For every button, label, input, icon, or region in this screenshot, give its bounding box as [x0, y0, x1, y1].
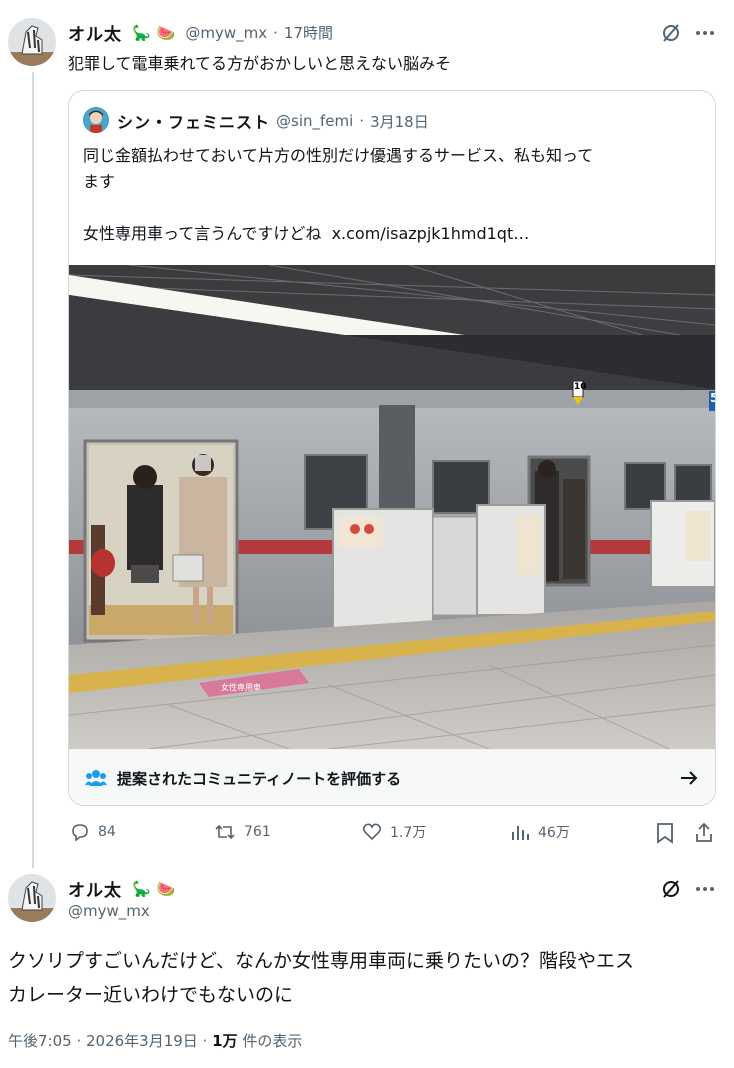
separator-dot: · [273, 23, 278, 42]
avatar[interactable] [8, 18, 56, 66]
tweet-text: 犯罪して電車乗れてる方がおかしいと思えない脳みそ [68, 54, 452, 73]
tweet-meta: 午後7:05 · 2026年3月19日 · 1万 件の表示 [8, 1030, 302, 1051]
more-icon[interactable] [694, 22, 716, 44]
reply-count: 84 [98, 824, 116, 840]
quote-handle[interactable]: @sin_femi [276, 112, 353, 130]
reply-icon [72, 824, 88, 842]
handle[interactable]: @myw_mx [68, 902, 150, 920]
more-icon[interactable] [694, 878, 716, 900]
dinosaur-emoji: 🦕 [132, 879, 151, 898]
main-tweet-line: カレーター近いわけでもないのに [8, 984, 294, 1006]
arrow-right-icon[interactable] [679, 768, 699, 788]
grok-icon[interactable] [660, 22, 682, 44]
view-label: 件の表示 [237, 1032, 303, 1050]
post-timestamp[interactable]: 午後7:05 · 2026年3月19日 · [8, 1032, 212, 1050]
retweet-button[interactable]: 761 [214, 822, 271, 842]
separator-dot: · [359, 112, 365, 130]
quote-text-line: ます [83, 172, 116, 191]
timestamp[interactable]: 17時間 [284, 22, 333, 43]
quote-text-line: 同じ金額払わせておいて片方の性別だけ優遇するサービス、私も知って [83, 146, 594, 165]
like-count: 1.7万 [390, 825, 427, 841]
heart-icon [362, 823, 382, 841]
community-note-bar[interactable]: 提案されたコミュニティノートを評価する [69, 749, 715, 805]
watermelon-emoji: 🍉 [156, 879, 176, 898]
quote-header: シン・フェミニスト @sin_femi · 3月18日 [117, 109, 429, 133]
display-name[interactable]: オル太 [68, 876, 122, 901]
retweet-icon [215, 824, 235, 840]
quote-date[interactable]: 3月18日 [370, 111, 429, 132]
tweet-header: オル太 🦕 🍉 [68, 876, 176, 902]
bookmark-icon[interactable] [656, 822, 676, 844]
quote-text-line: 女性専用車って言うんですけどね [83, 224, 322, 243]
like-button[interactable]: 1.7万 [362, 822, 426, 842]
subway-platform-photo[interactable]: 女性専用車 10 5 [69, 265, 715, 749]
quote-display-name[interactable]: シン・フェミニスト [117, 109, 270, 133]
track-number: 5 [710, 391, 715, 405]
avatar[interactable] [8, 874, 56, 922]
handle[interactable]: @myw_mx [185, 24, 267, 42]
share-icon[interactable] [694, 822, 714, 844]
watermelon-emoji: 🍉 [156, 23, 176, 42]
quote-link[interactable]: x.com/isazpjk1hmd1qt… [332, 224, 530, 243]
platform-sign: 女性専用車 [221, 683, 261, 692]
dinosaur-emoji: 🦕 [132, 23, 151, 42]
display-name[interactable]: オル太 [68, 20, 122, 45]
quote-text: 同じ金額払わせておいて片方の性別だけ優遇するサービス、私も知って ます 女性専用… [83, 143, 703, 247]
view-count: 1万 [212, 1032, 238, 1050]
grok-icon[interactable] [660, 878, 682, 900]
reply-button[interactable]: 84 [70, 822, 116, 842]
tweet-header: オル太 🦕 🍉 @myw_mx · 17時間 [68, 20, 333, 46]
retweet-count: 761 [244, 824, 271, 840]
people-icon [85, 768, 107, 788]
thread-line [32, 72, 34, 868]
quote-avatar[interactable] [83, 107, 109, 133]
main-tweet-text: クソリプすごいんだけど、なんか女性専用車両に乗りたいの？階段やエス カレーター近… [8, 944, 718, 1012]
community-note-label[interactable]: 提案されたコミュニティノートを評価する [117, 768, 401, 789]
bar-chart-icon [512, 826, 529, 840]
views-count: 46万 [538, 825, 570, 841]
quoted-tweet-card[interactable]: シン・フェミニスト @sin_femi · 3月18日 同じ金額払わせておいて片… [68, 90, 716, 806]
car-marker: 10 [574, 382, 587, 392]
views-button[interactable]: 46万 [510, 822, 570, 842]
main-tweet-line: クソリプすごいんだけど、なんか女性専用車両に乗りたいの？階段やエス [8, 950, 635, 972]
